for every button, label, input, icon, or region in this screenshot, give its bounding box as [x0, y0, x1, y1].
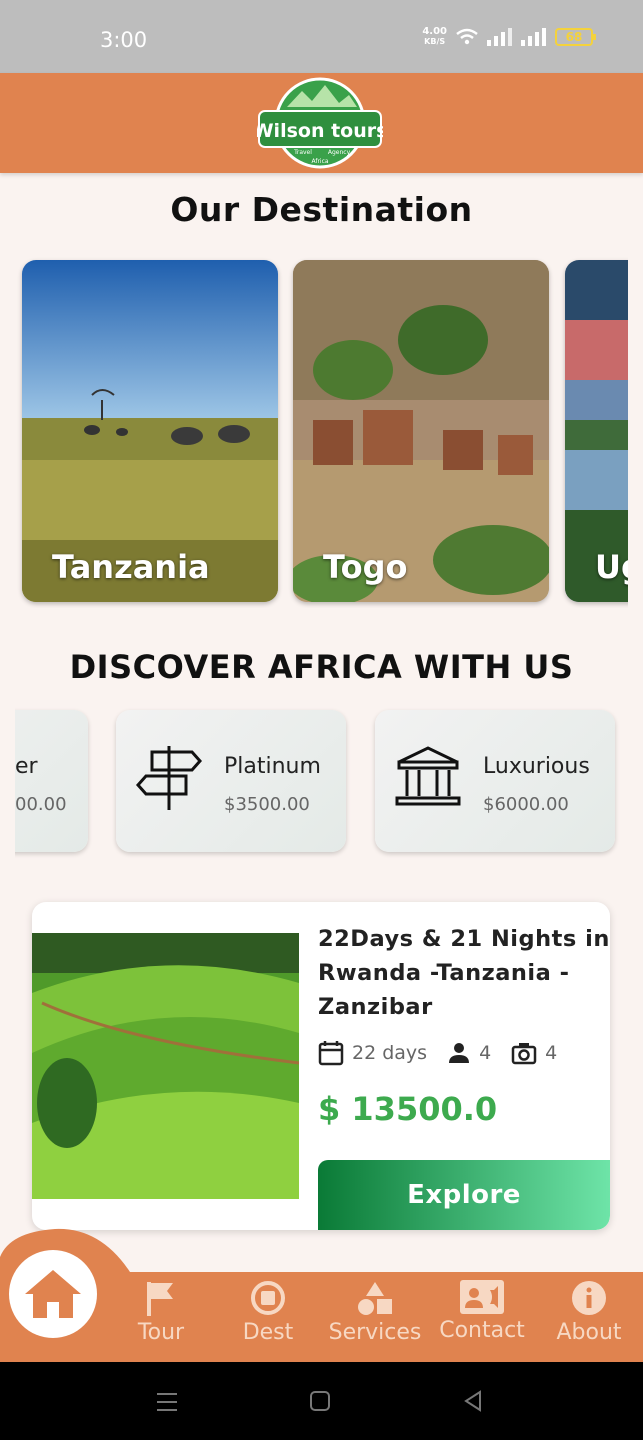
tour-people-count: 4	[479, 1042, 492, 1064]
tour-card[interactable]: 22Days & 21 Nights in Rwanda -Tanzania -…	[32, 902, 610, 1230]
flag-icon	[147, 1282, 173, 1316]
nav-services[interactable]: Services	[320, 1280, 430, 1345]
contact-card-icon	[460, 1280, 504, 1314]
nav-label: About	[556, 1320, 622, 1345]
destination-card-togo[interactable]: Togo	[293, 260, 549, 602]
signal-icon	[521, 28, 546, 46]
tour-image	[32, 933, 299, 1199]
destination-label: Ug	[595, 548, 628, 586]
package-name: er	[15, 754, 38, 779]
nav-label: Services	[328, 1320, 422, 1345]
back-icon[interactable]	[462, 1390, 484, 1412]
shapes-icon	[358, 1282, 392, 1315]
package-price: 00.00	[15, 794, 67, 815]
packages-carousel[interactable]: er 00.00 Platinum $3500.00 Luxurious $60…	[15, 704, 628, 860]
home-button[interactable]	[9, 1250, 97, 1338]
tour-duration: 22 days	[318, 1040, 427, 1066]
package-price: $3500.00	[224, 794, 310, 815]
signal-icon	[487, 28, 512, 46]
app-header: Wilson tours Travel Agency Africa	[0, 73, 643, 173]
status-time: 3:00	[100, 28, 148, 52]
nav-about[interactable]: About	[534, 1280, 643, 1345]
tour-duration-text: 22 days	[352, 1042, 428, 1064]
bank-building-icon	[395, 746, 461, 806]
nav-label: Contact	[439, 1318, 525, 1343]
wilson-tours-logo[interactable]: Wilson tours Travel Agency Africa	[257, 77, 383, 170]
svg-text:Wilson tours: Wilson tours	[257, 120, 383, 142]
recent-apps-icon[interactable]	[155, 1390, 179, 1414]
svg-text:Travel: Travel	[293, 149, 312, 156]
tour-photos-count: 4	[545, 1042, 558, 1064]
destinations-carousel[interactable]: Tanzania Togo Ug	[15, 252, 628, 608]
package-name: Luxurious	[483, 754, 590, 779]
package-name: Platinum	[224, 754, 321, 779]
tour-people: 4	[447, 1041, 491, 1065]
stop-circle-icon	[251, 1281, 285, 1315]
tour-title: 22Days & 21 Nights in Rwanda -Tanzania -…	[318, 926, 610, 1020]
package-card-platinum[interactable]: Platinum $3500.00	[116, 710, 346, 852]
nav-label: Tour	[137, 1320, 185, 1345]
calendar-icon	[318, 1041, 344, 1066]
tour-photos: 4	[511, 1041, 557, 1065]
nav-dest[interactable]: Dest	[213, 1280, 323, 1345]
nav-label: Dest	[242, 1320, 294, 1345]
wifi-icon	[456, 28, 478, 45]
home-icon	[25, 1270, 81, 1318]
nav-contact[interactable]: Contact	[427, 1280, 537, 1343]
svg-text:Agency: Agency	[328, 149, 351, 156]
tour-meta: 22 days 4 4	[318, 1040, 577, 1066]
signpost-icon	[135, 746, 203, 810]
info-icon	[572, 1281, 606, 1315]
nav-tour[interactable]: Tour	[106, 1280, 216, 1345]
destination-card-tanzania[interactable]: Tanzania	[22, 260, 278, 602]
svg-text:Africa: Africa	[311, 158, 328, 165]
person-icon	[449, 1043, 470, 1063]
camera-icon	[511, 1043, 537, 1065]
package-card-luxurious[interactable]: Luxurious $6000.00	[375, 710, 615, 852]
tour-price: $ 13500.0	[318, 1090, 498, 1128]
discover-title: DISCOVER AFRICA WITH US	[69, 648, 574, 686]
destination-card-uganda[interactable]: Ug	[565, 260, 628, 602]
battery-indicator: 68	[555, 28, 596, 46]
explore-button[interactable]: Explore	[318, 1160, 610, 1230]
system-navigation-bar	[0, 1362, 643, 1440]
network-speed: 4.00 KB/S	[422, 26, 447, 47]
status-icons: 4.00 KB/S 68	[422, 26, 596, 47]
destination-label: Tanzania	[52, 548, 210, 586]
package-card[interactable]: er 00.00	[15, 710, 88, 852]
home-square-icon[interactable]	[309, 1390, 331, 1412]
destination-label: Togo	[323, 548, 408, 586]
status-bar: 3:00 4.00 KB/S 68	[0, 0, 643, 73]
destinations-title: Our Destination	[170, 190, 473, 229]
package-price: $6000.00	[483, 794, 569, 815]
